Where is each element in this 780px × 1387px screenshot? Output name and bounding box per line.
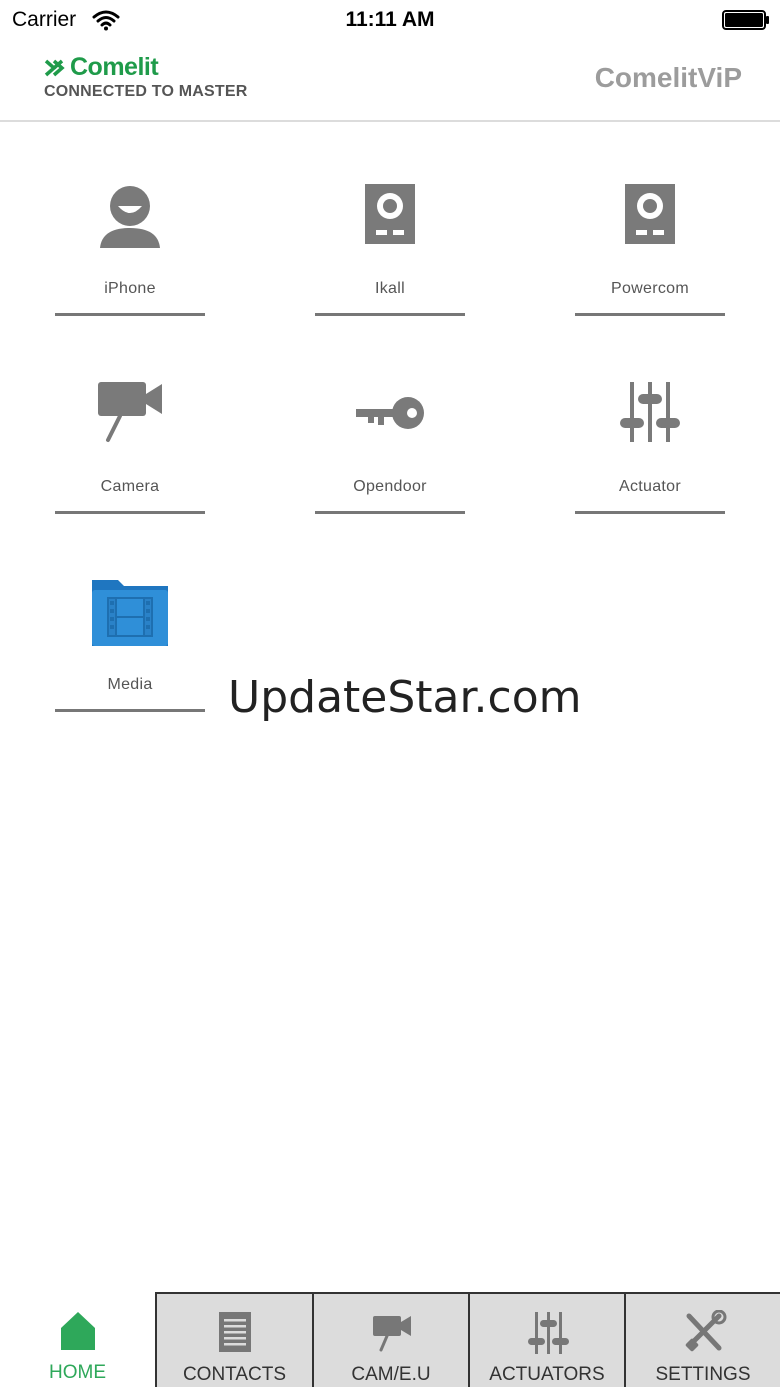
- tile-camera[interactable]: Camera: [55, 378, 205, 528]
- tile-underline: [575, 511, 725, 514]
- tile-underline: [575, 313, 725, 316]
- tile-label: iPhone: [104, 280, 156, 297]
- home-icon: [61, 1312, 95, 1350]
- contacts-list-icon: [219, 1312, 251, 1352]
- tile-underline: [315, 511, 465, 514]
- battery-icon: [722, 10, 769, 30]
- door-entry-panel-icon: [625, 184, 675, 244]
- tile-label: Camera: [100, 478, 160, 495]
- tab-cam-eu[interactable]: CAM/E.U: [312, 1292, 468, 1387]
- tab-label: ACTUATORS: [489, 1364, 605, 1385]
- tile-opendoor[interactable]: Opendoor: [315, 378, 465, 528]
- tab-actuators[interactable]: ACTUATORS: [468, 1292, 624, 1387]
- app-header: Comelit CONNECTED TO MASTER ComelitViP: [0, 40, 780, 122]
- tile-underline: [55, 709, 205, 712]
- clock: 11:11 AM: [345, 8, 435, 31]
- tile-label: Media: [107, 676, 153, 693]
- tile-ikall[interactable]: Ikall: [315, 180, 465, 330]
- watermark-text: UpdateStar.com: [228, 672, 582, 723]
- tile-underline: [315, 313, 465, 316]
- sliders-icon: [620, 382, 680, 442]
- video-camera-icon: [98, 382, 162, 442]
- comelit-logo: Comelit: [44, 53, 194, 81]
- tab-home[interactable]: HOME: [0, 1292, 155, 1387]
- tile-label: Ikall: [375, 280, 405, 297]
- tab-settings[interactable]: SETTINGS: [624, 1292, 780, 1387]
- tab-contacts[interactable]: CONTACTS: [155, 1292, 312, 1387]
- tile-underline: [55, 511, 205, 514]
- tab-label: HOME: [49, 1362, 106, 1383]
- app-screen: Carrier 11:11 AM Comelit CONNECTED TO MA…: [0, 0, 780, 1387]
- tab-bar: HOME CONTACTS CAM/E.U ACTUATORS SETTINGS: [0, 1292, 780, 1387]
- tile-label: Powercom: [611, 280, 689, 297]
- tile-label: Actuator: [619, 478, 681, 495]
- person-icon: [100, 186, 160, 248]
- tab-label: SETTINGS: [655, 1364, 751, 1385]
- door-entry-panel-icon: [365, 184, 415, 244]
- status-bar: Carrier 11:11 AM: [0, 0, 780, 40]
- key-icon: [356, 397, 424, 429]
- logo-wordmark: Comelit: [70, 53, 159, 81]
- tab-label: CONTACTS: [182, 1364, 287, 1385]
- tools-icon: [685, 1310, 727, 1352]
- tile-media[interactable]: Media: [55, 576, 205, 726]
- connection-status: CONNECTED TO MASTER: [44, 83, 248, 100]
- comelit-logo-mark-icon: [44, 59, 65, 77]
- tile-powercom[interactable]: Powercom: [575, 180, 725, 330]
- tile-iphone[interactable]: iPhone: [55, 180, 205, 330]
- sliders-icon: [528, 1312, 569, 1354]
- media-folder-icon: [92, 580, 168, 646]
- tile-label: Opendoor: [353, 478, 427, 495]
- tile-actuator[interactable]: Actuator: [575, 378, 725, 528]
- tab-label: CAM/E.U: [351, 1364, 431, 1385]
- app-title: ComelitViP: [594, 62, 742, 93]
- tile-underline: [55, 313, 205, 316]
- camera-icon: [373, 1316, 411, 1352]
